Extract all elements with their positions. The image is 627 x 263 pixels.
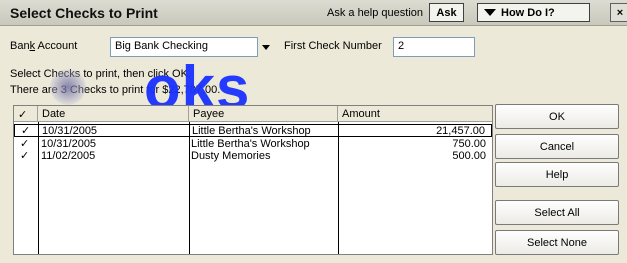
- col-header-check[interactable]: ✓: [14, 106, 38, 122]
- row-date: 11/02/2005: [41, 150, 96, 162]
- table-row[interactable]: ✓ 10/31/2005 Little Bertha's Workshop 75…: [14, 138, 492, 150]
- select-all-button[interactable]: Select All: [495, 200, 619, 225]
- dialog-title: Select Checks to Print: [10, 5, 158, 21]
- cancel-button[interactable]: Cancel: [495, 134, 619, 159]
- how-do-i-label: How Do I?: [501, 6, 555, 19]
- instruction-line-2: There are 3 Checks to print for $22,707.…: [10, 84, 221, 96]
- title-bar: Select Checks to Print Ask a help questi…: [0, 0, 627, 26]
- col-header-date[interactable]: Date: [38, 106, 189, 122]
- help-button[interactable]: Help: [495, 162, 619, 187]
- ok-button[interactable]: OK: [495, 104, 619, 129]
- how-do-i-button[interactable]: How Do I?: [477, 3, 590, 22]
- select-checks-dialog: Select Checks to Print Ask a help questi…: [0, 0, 627, 263]
- first-check-number-field[interactable]: 2: [393, 37, 475, 57]
- help-question-label: Ask a help question: [327, 7, 424, 19]
- triangle-down-icon: [484, 9, 496, 16]
- bank-account-field[interactable]: Big Bank Checking: [110, 37, 258, 57]
- row-checkmark[interactable]: ✓: [21, 125, 30, 137]
- first-check-number-label: First Check Number: [284, 40, 382, 52]
- bank-account-dropdown[interactable]: [258, 37, 274, 57]
- chevron-down-icon: [262, 44, 270, 50]
- row-payee: Dusty Memories: [191, 150, 271, 162]
- row-amount: 750.00: [452, 138, 486, 150]
- row-checkmark[interactable]: ✓: [20, 150, 29, 162]
- col-header-payee[interactable]: Payee: [189, 106, 338, 122]
- instruction-line-1: Select Checks to print, then click OK.: [10, 68, 191, 80]
- checks-table: ✓ Date Payee Amount ✓ 10/31/2005 Little …: [13, 105, 493, 255]
- row-checkmark[interactable]: ✓: [20, 138, 29, 150]
- row-amount: 500.00: [452, 150, 486, 162]
- row-date: 10/31/2005: [42, 125, 98, 137]
- bank-account-label: Bank Account: [10, 40, 78, 52]
- close-icon[interactable]: ×: [610, 3, 627, 22]
- row-amount: 21,457.00: [436, 125, 485, 137]
- row-payee: Little Bertha's Workshop: [191, 138, 310, 150]
- select-none-button[interactable]: Select None: [495, 230, 619, 255]
- row-payee: Little Bertha's Workshop: [192, 125, 311, 137]
- row-date: 10/31/2005: [41, 138, 97, 150]
- table-row[interactable]: ✓ 10/31/2005 Little Bertha's Workshop 21…: [14, 124, 492, 137]
- col-header-amount[interactable]: Amount: [338, 106, 492, 122]
- table-row[interactable]: ✓ 11/02/2005 Dusty Memories 500.00: [14, 150, 492, 162]
- ask-button[interactable]: Ask: [429, 3, 464, 22]
